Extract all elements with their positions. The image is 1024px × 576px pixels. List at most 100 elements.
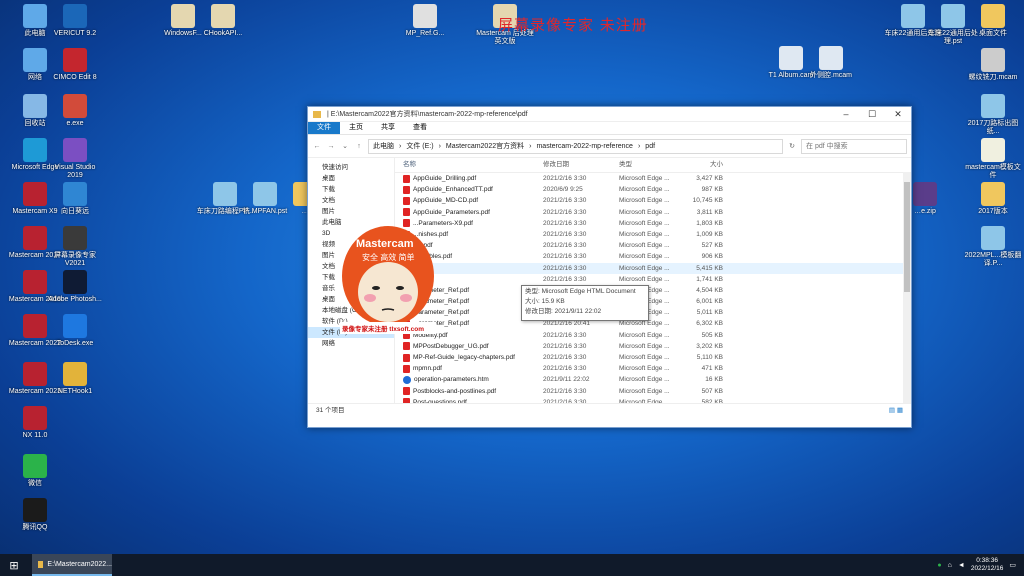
taskbar-explorer-button[interactable]: E:\Mastercam2022... xyxy=(32,554,112,576)
desktop-icon[interactable]: Adobe Photosh... xyxy=(46,270,104,304)
nethook-icon xyxy=(63,362,87,386)
column-header-date[interactable]: 修改日期 xyxy=(543,158,619,172)
file-row[interactable]: Post-questions.pdf 2021/2/16 3:30 Microsof… xyxy=(395,397,911,403)
scrollbar-thumb[interactable] xyxy=(904,182,910,292)
file-row[interactable]: ...arameter_Ref.pdf 2021/2/16 20:41 Micros… xyxy=(395,318,911,329)
desktop-icon[interactable]: Visual Studio 2019 xyxy=(46,138,104,180)
file-row[interactable]: AppGuide_MD-CD.pdf 2021/2/16 3:30 Microsof… xyxy=(395,195,911,206)
file-list[interactable]: 名称 修改日期 类型 大小 AppGuide_Drilling.pdf 2021/… xyxy=(395,158,911,403)
mastercam-icon xyxy=(23,270,47,294)
desktop-icon[interactable]: MP_Ref.G... xyxy=(396,4,454,38)
desktop-icon[interactable]: 2022MPL...模板翻译.P... xyxy=(964,226,1022,268)
file-name-cell: operation-parameters.htm xyxy=(395,374,543,385)
up-arrow-icon[interactable]: ↑ xyxy=(354,143,364,150)
notification-icon[interactable]: ▭ xyxy=(1009,561,1016,569)
column-header-size[interactable]: 大小 xyxy=(683,158,723,172)
back-arrow-icon[interactable]: ← xyxy=(312,143,322,150)
file-row[interactable]: ...arameter_Ref.pdf2021/2/16 3:30Microso… xyxy=(395,285,911,296)
file-row[interactable]: ...nishes.pdf 2021/2/16 3:30 Microsoft Edg… xyxy=(395,229,911,240)
desktop-icon[interactable]: 腾讯QQ xyxy=(6,498,64,532)
breadcrumb-item[interactable]: 文件 (E:) xyxy=(406,141,433,151)
nav-item[interactable]: 文档 xyxy=(308,195,394,206)
pdf-file-icon xyxy=(403,364,410,373)
clock[interactable]: 0:38:36 2022/12/16 xyxy=(971,557,1004,573)
column-header-name[interactable]: 名称 xyxy=(395,158,543,172)
nav-item[interactable]: 桌面 xyxy=(308,173,394,184)
wechat-tray-icon[interactable]: ● xyxy=(937,562,941,569)
desktop-icon[interactable]: 桌面文件 xyxy=(964,4,1022,38)
file-date: 2021/2/16 3:30 xyxy=(543,331,587,339)
chevron-down-icon[interactable]: ⌄ xyxy=(340,142,350,150)
details-view-icon[interactable]: ▤ ▦ xyxy=(889,404,903,418)
desktop-icon[interactable]: 向日葵远 xyxy=(46,182,104,216)
file-row[interactable]: MPPostDebugger_UG.pdf 2021/2/16 3:30 Micro… xyxy=(395,341,911,352)
file-row[interactable]: Postblocks-and-postlines.pdf 2021/2/16 3:… xyxy=(395,386,911,397)
volume-tray-icon[interactable]: ◄ xyxy=(958,562,965,569)
file-icon xyxy=(941,4,965,28)
visual-studio-icon xyxy=(63,138,87,162)
file-row[interactable]: ...pdf2021/2/16 3:30Microsoft Edge ...1,… xyxy=(395,274,911,285)
desktop-icon[interactable]: 屏幕录像专家 V2021 xyxy=(46,226,104,268)
network-tray-icon[interactable]: ⌂ xyxy=(948,562,952,569)
desktop-icon[interactable]: 微信 xyxy=(6,454,64,488)
file-row[interactable]: Modelity.pdf 2021/2/16 3:30 Microsoft Edge… xyxy=(395,330,911,341)
desktop-icon[interactable]: mastercam模板文件 xyxy=(964,138,1022,180)
desktop-icon[interactable]: CHookAPI... xyxy=(194,4,252,38)
file-row[interactable]: AppGuide_Drilling.pdf 2021/2/16 3:30 Micro… xyxy=(395,173,911,184)
search-input[interactable]: 在 pdf 中搜索 xyxy=(801,138,907,154)
minimize-button[interactable]: – xyxy=(833,109,859,119)
file-size: 5,110 KB xyxy=(696,354,723,361)
breadcrumb-item[interactable]: 此电脑 xyxy=(373,141,394,151)
file-row[interactable]: AppGuide_EnhancedTT.pdf 2020/6/9 9:25 Micr… xyxy=(395,184,911,195)
file-size: 6,302 KB xyxy=(696,320,723,328)
desktop-icon[interactable]: 外侧腔.mcam xyxy=(802,46,860,80)
desktop-icon[interactable]: e.exe xyxy=(46,94,104,128)
desktop-icon[interactable]: 2017刀路标出图纸... xyxy=(964,94,1022,136)
file-row[interactable]: operation-parameters.htm 2021/9/11 22:02 M… xyxy=(395,374,911,385)
file-row[interactable]: ...arameter_Ref.pdf2021/2/16 3:30Microso… xyxy=(395,296,911,307)
nav-item[interactable]: 网络 xyxy=(308,338,394,349)
mastercam-icon xyxy=(23,226,47,250)
refresh-icon[interactable]: ↻ xyxy=(787,142,797,150)
file-row[interactable]: 2021/2/16 3:30 Microsoft Edge ... 5,415 KB xyxy=(395,262,911,274)
desktop-icon[interactable]: NETHook1 xyxy=(46,362,104,396)
windows-start-icon[interactable]: ⊞ xyxy=(0,559,28,572)
ribbon-tab[interactable]: 主页 xyxy=(340,122,372,134)
ribbon-tab[interactable]: 文件 xyxy=(308,122,340,134)
file-row[interactable]: ...s.pdf2021/2/16 3:30Microsoft Edge ...… xyxy=(395,240,911,251)
desktop-icon-label: NX 11.0 xyxy=(22,432,48,439)
file-row[interactable]: mpmn.pdf 2021/2/16 3:30 Microsoft Edge ...… xyxy=(395,363,911,374)
sunlogin-icon xyxy=(63,182,87,206)
breadcrumb-item[interactable]: pdf xyxy=(645,143,655,150)
nx-icon xyxy=(23,406,47,430)
nav-item[interactable]: 快速访问 xyxy=(308,162,394,173)
file-name-cell: mpmn.pdf xyxy=(395,363,543,374)
address-bar[interactable]: 此电脑 › 文件 (E:) › Mastercam2022官方资料 › mastercam-… xyxy=(368,138,783,154)
desktop-icon[interactable]: 螺纹铣刀.mcam xyxy=(964,48,1022,82)
maximize-button[interactable]: ☐ xyxy=(859,109,885,120)
desktop-icon[interactable]: NX 11.0 xyxy=(6,406,64,440)
nav-item[interactable]: 图片 xyxy=(308,206,394,217)
recorder-icon xyxy=(63,226,87,250)
file-row[interactable]: ...arameter_Ref.pdf2021/2/16 3:30Microso… xyxy=(395,307,911,318)
nav-item[interactable]: 下载 xyxy=(308,184,394,195)
forward-arrow-icon[interactable]: → xyxy=(326,143,336,150)
desktop-icon[interactable]: VERICUT 9.2 xyxy=(46,4,104,38)
column-header-type[interactable]: 类型 xyxy=(619,158,683,172)
desktop-icon[interactable]: CIMCO Edit 8 xyxy=(46,48,104,82)
file-row[interactable]: ...ariables.pdf 2021/2/16 3:30 Microsoft E… xyxy=(395,251,911,262)
ribbon-tab[interactable]: 共享 xyxy=(372,122,404,134)
file-row[interactable]: AppGuide_Parameters.pdf 2021/2/16 3:30 Mic… xyxy=(395,207,911,218)
desktop-icon[interactable]: 2017版本 xyxy=(964,182,1022,216)
close-button[interactable]: ✕ xyxy=(885,109,911,120)
vertical-scrollbar[interactable] xyxy=(903,172,911,403)
breadcrumb-item[interactable]: mastercam-2022-mp-reference xyxy=(536,143,632,150)
ribbon-tab[interactable]: 查看 xyxy=(404,122,436,134)
breadcrumb-item[interactable]: Mastercam2022官方资料 xyxy=(446,141,524,151)
file-row[interactable]: ...Parameters-X9.pdf 2021/2/16 3:30 Micros… xyxy=(395,218,911,229)
file-type: Microsoft Edge ... xyxy=(619,387,670,395)
desktop-icon-label: NETHook1 xyxy=(57,388,93,395)
desktop-icon[interactable]: ToDesk.exe xyxy=(46,314,104,348)
title-bar[interactable]: | E:\Mastercam2022官方资料\mastercam-2022-mp… xyxy=(308,107,911,122)
file-row[interactable]: MP-Ref-Guide_legacy-chapters.pdf 2021/2/1… xyxy=(395,352,911,363)
